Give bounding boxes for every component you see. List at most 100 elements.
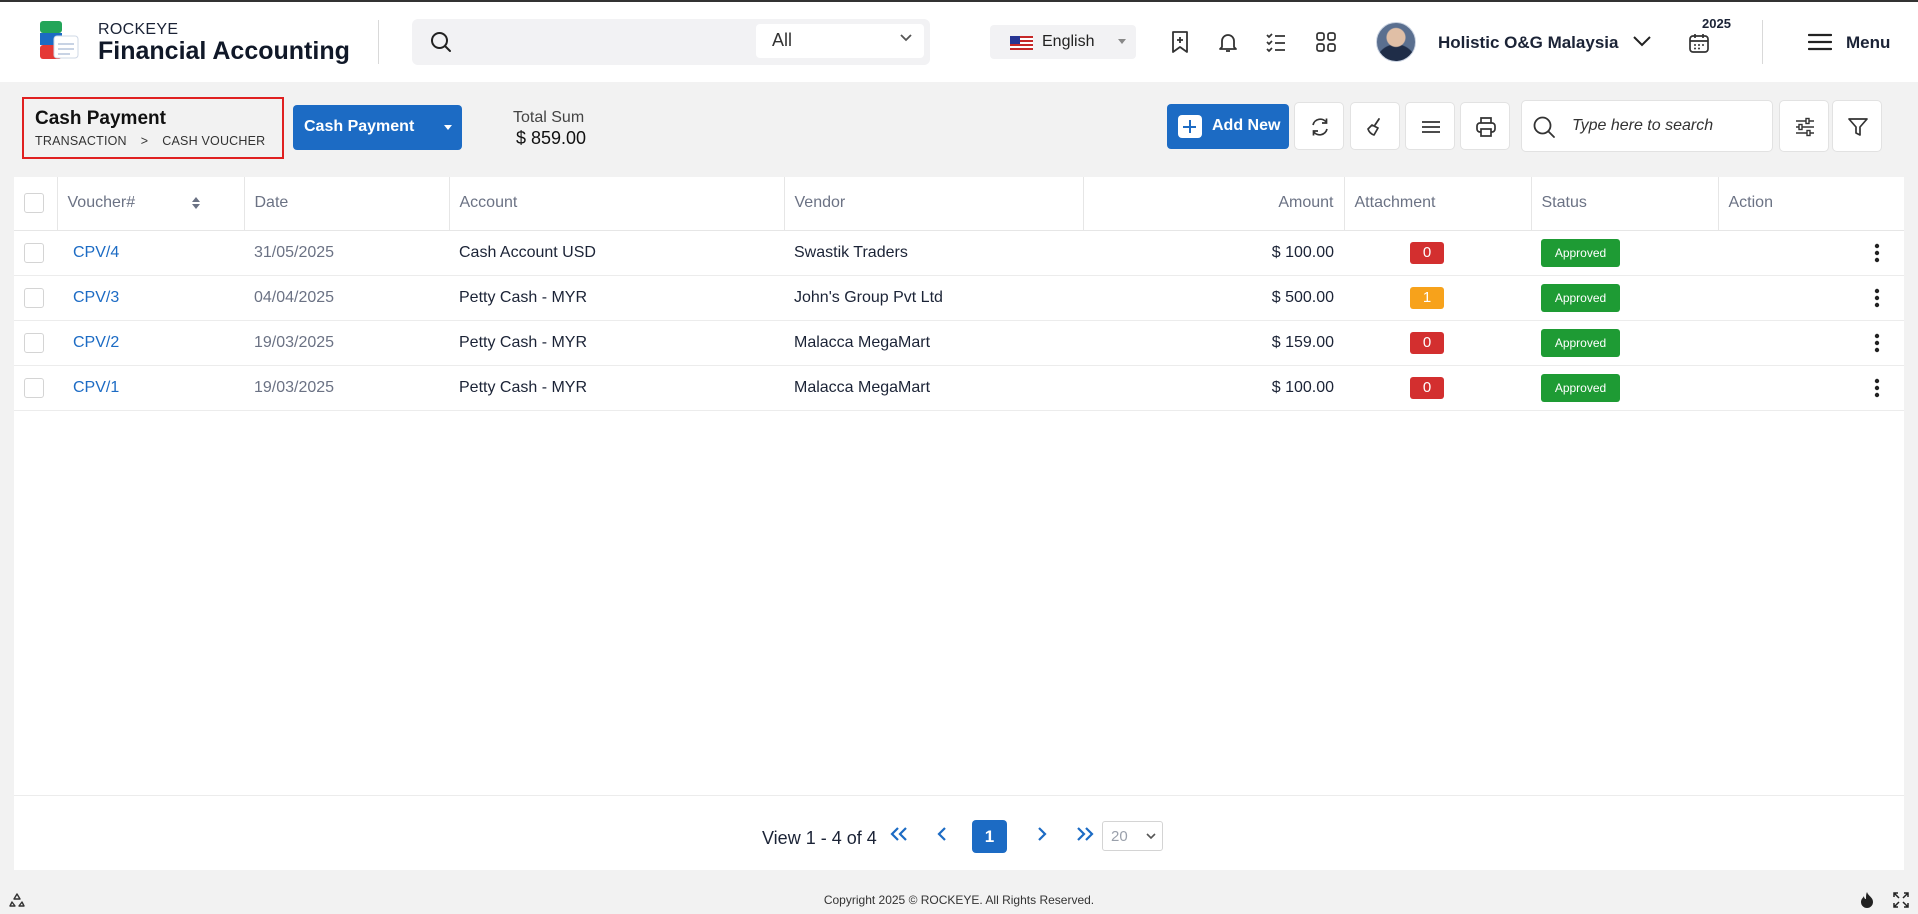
chevron-down-icon (900, 34, 912, 42)
broom-icon (1367, 118, 1380, 136)
column-header-voucher[interactable]: Voucher# (57, 177, 245, 231)
status-badge: Approved (1541, 238, 1620, 267)
total-sum-label: Total Sum (513, 109, 585, 126)
sort-icon[interactable] (191, 196, 201, 210)
pagination-summary: View 1 - 4 of 4 (762, 828, 877, 848)
table-search-input[interactable] (1572, 113, 1762, 139)
attachment-count-badge[interactable]: 1 (1410, 286, 1444, 309)
voucher-link[interactable]: CPV/1 (67, 379, 119, 396)
amount-cell: $ 100.00 (1083, 230, 1344, 276)
global-search[interactable]: All (412, 19, 930, 65)
select-all-cell (14, 177, 58, 231)
task-list-icon[interactable] (1264, 30, 1288, 54)
caret-down-icon (444, 125, 452, 130)
filter-settings-button[interactable] (1779, 100, 1829, 152)
more-actions-icon[interactable] (1874, 243, 1880, 263)
date-cell: 04/04/2025 (244, 275, 449, 321)
row-checkbox[interactable] (24, 332, 44, 353)
divider (378, 20, 379, 64)
us-flag-icon (1010, 36, 1033, 50)
chevron-down-icon[interactable] (1632, 34, 1652, 48)
refresh-button[interactable] (1294, 102, 1344, 150)
vouchers-table: Voucher# Date Account Vendor Amount Atta… (14, 177, 1904, 411)
amount-cell: $ 100.00 (1083, 365, 1344, 411)
search-icon (431, 32, 451, 52)
flame-icon[interactable] (1859, 891, 1875, 909)
bookmark-add-icon[interactable] (1168, 30, 1192, 54)
breadcrumb-item[interactable]: CASH VOUCHER (162, 134, 265, 148)
attachment-count-badge[interactable]: 0 (1410, 376, 1444, 399)
chevron-down-icon (1146, 833, 1156, 840)
copyright-text: Copyright 2025 © ROCKEYE. All Rights Res… (823, 893, 1095, 907)
date-cell: 19/03/2025 (244, 365, 449, 411)
table-row[interactable]: CPV/4 31/05/2025 Cash Account USD Swasti… (14, 230, 1904, 276)
search-icon (1533, 116, 1555, 138)
column-header-amount[interactable]: Amount (1083, 177, 1345, 231)
rockeye-logo[interactable] (36, 20, 80, 64)
add-new-button[interactable]: Add New (1167, 104, 1289, 149)
more-actions-icon[interactable] (1874, 378, 1880, 398)
amount-cell: $ 500.00 (1083, 275, 1344, 321)
bell-icon[interactable] (1216, 30, 1240, 54)
menu-button-label[interactable]: Menu (1846, 33, 1890, 53)
vouchers-panel: Voucher# Date Account Vendor Amount Atta… (14, 177, 1904, 870)
row-checkbox[interactable] (24, 287, 44, 308)
vendor-cell: Swastik Traders (784, 230, 1083, 276)
previous-page-icon[interactable] (936, 826, 948, 842)
breadcrumb-item[interactable]: TRANSACTION (35, 134, 127, 148)
fullscreen-icon[interactable] (1893, 892, 1909, 908)
status-badge: Approved (1541, 283, 1620, 312)
print-button[interactable] (1460, 102, 1510, 150)
search-scope-value: All (772, 30, 793, 50)
company-name[interactable]: Holistic O&G Malaysia (1438, 33, 1618, 53)
top-header: ROCKEYE Financial Accounting All English (0, 2, 1918, 82)
column-header-attachment[interactable]: Attachment (1344, 177, 1532, 231)
voucher-link[interactable]: CPV/2 (67, 334, 119, 351)
hamburger-menu-icon[interactable] (1808, 32, 1832, 52)
app-title: Financial Accounting (98, 37, 350, 65)
more-actions-icon[interactable] (1874, 288, 1880, 308)
breadcrumb-separator: > (140, 134, 149, 148)
column-list-button[interactable] (1405, 102, 1455, 150)
list-lines-icon (1422, 121, 1440, 133)
current-page-button[interactable]: 1 (972, 820, 1007, 853)
divider (1762, 20, 1763, 64)
language-select[interactable]: English (990, 25, 1136, 59)
table-header-row: Voucher# Date Account Vendor Amount Atta… (14, 177, 1904, 231)
user-avatar[interactable] (1376, 22, 1416, 62)
divider (14, 795, 1904, 796)
page-size-value: 20 (1111, 828, 1128, 845)
attachment-count-badge[interactable]: 0 (1410, 331, 1444, 354)
table-row[interactable]: CPV/1 19/03/2025 Petty Cash - MYR Malacc… (14, 365, 1904, 411)
first-page-icon[interactable] (890, 826, 908, 842)
voucher-link[interactable]: CPV/4 (67, 244, 119, 261)
apps-grid-icon[interactable] (1314, 30, 1338, 54)
clear-filter-button[interactable] (1350, 102, 1400, 150)
table-row[interactable]: CPV/3 04/04/2025 Petty Cash - MYR John's… (14, 275, 1904, 321)
next-page-icon[interactable] (1036, 826, 1048, 842)
select-all-checkbox[interactable] (24, 193, 44, 214)
account-cell: Cash Account USD (449, 230, 784, 276)
row-checkbox[interactable] (24, 377, 44, 398)
table-search[interactable] (1521, 100, 1773, 152)
voucher-link[interactable]: CPV/3 (67, 289, 119, 306)
voucher-type-dropdown[interactable]: Cash Payment (293, 105, 462, 150)
printer-icon (1476, 117, 1496, 137)
vendor-cell: Malacca MegaMart (784, 320, 1083, 366)
more-actions-icon[interactable] (1874, 333, 1880, 353)
column-header-vendor[interactable]: Vendor (784, 177, 1084, 231)
row-checkbox[interactable] (24, 242, 44, 263)
attachment-count-badge[interactable]: 0 (1410, 241, 1444, 264)
table-row[interactable]: CPV/2 19/03/2025 Petty Cash - MYR Malacc… (14, 320, 1904, 366)
search-scope-select[interactable]: All (756, 24, 924, 58)
vendor-cell: John's Group Pvt Ltd (784, 275, 1083, 321)
status-badge: Approved (1541, 328, 1620, 357)
filter-button[interactable] (1832, 100, 1882, 152)
column-header-status[interactable]: Status (1531, 177, 1719, 231)
column-header-account[interactable]: Account (449, 177, 785, 231)
last-page-icon[interactable] (1076, 826, 1094, 842)
column-header-date[interactable]: Date (244, 177, 450, 231)
calendar-icon[interactable] (1688, 32, 1710, 54)
voucher-type-label: Cash Payment (304, 118, 415, 135)
page-size-select[interactable]: 20 (1102, 821, 1163, 851)
